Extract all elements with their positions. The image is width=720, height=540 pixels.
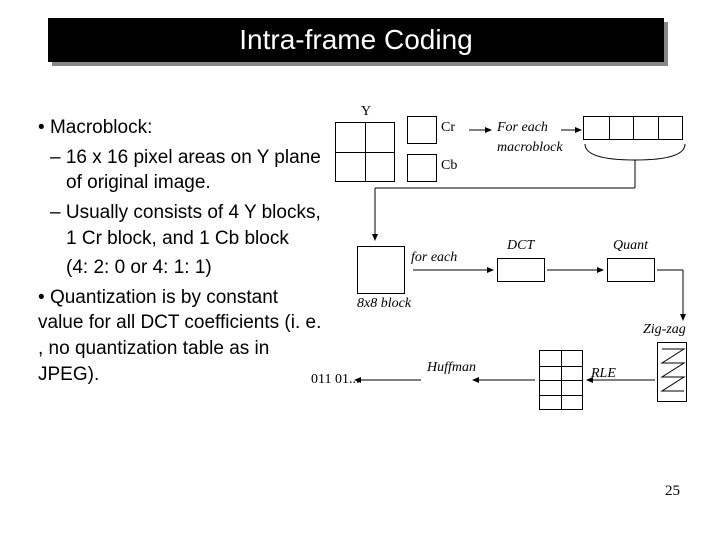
bullet-macroblock-sub2: Usually consists of 4 Y blocks, 1 Cr blo…: [38, 200, 328, 251]
rle-label: RLE: [591, 366, 616, 382]
dct-label: DCT: [507, 238, 534, 254]
quant-box: [607, 258, 655, 282]
flow-diagram: Y Cr Cb For each macroblock: [335, 110, 695, 460]
bullet-macroblock-ratio: (4: 2: 0 or 4: 1: 1): [38, 255, 328, 281]
bullet-quantization: Quantization is by constant value for al…: [38, 285, 328, 388]
bitstream-label: 011 01...: [311, 372, 359, 388]
bullet-content: Macroblock: 16 x 16 pixel areas on Y pla…: [38, 115, 328, 391]
dct-box: [497, 258, 545, 282]
for-each-block-2: 8x8 block: [357, 296, 411, 312]
rle-box: [539, 350, 583, 410]
bullet-macroblock: Macroblock:: [38, 115, 328, 141]
bullet-macroblock-sub1: 16 x 16 pixel areas on Y plane of origin…: [38, 145, 328, 196]
zigzag-box: [657, 342, 687, 402]
zigzag-label: Zig-zag: [643, 322, 686, 338]
huffman-label: Huffman: [427, 360, 476, 376]
eight-block: [357, 246, 405, 294]
quant-label: Quant: [613, 238, 648, 254]
page-number: 25: [665, 483, 680, 500]
slide-title-box: Intra-frame Coding: [48, 18, 664, 62]
slide-title: Intra-frame Coding: [239, 24, 472, 56]
for-each-block-1: for each: [411, 250, 457, 266]
